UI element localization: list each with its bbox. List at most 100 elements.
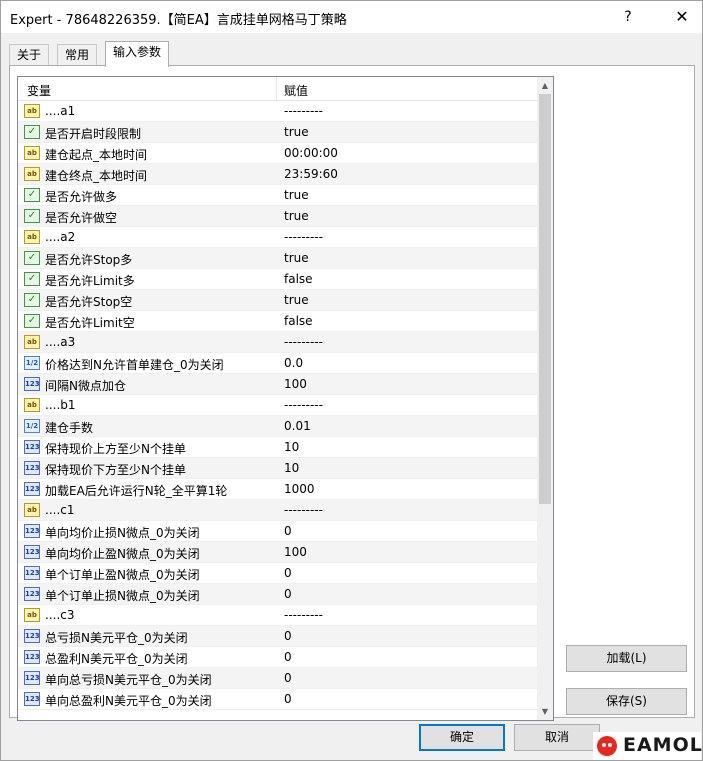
parameter-row[interactable]: ab ....c3 --------- [18, 605, 537, 626]
parameter-name: ....a1 [45, 104, 76, 118]
column-header-value[interactable]: 赋值 [284, 82, 308, 99]
parameter-value[interactable]: 0.01 [284, 419, 311, 433]
parameter-value[interactable]: 100 [284, 377, 307, 391]
parameter-name: ....a3 [45, 335, 76, 349]
parameter-row[interactable]: 123 单向总盈利N美元平仓_0为关闭 0 [18, 689, 537, 710]
parameter-value[interactable]: 0 [284, 629, 292, 643]
parameters-grid[interactable]: 变量 赋值 ab ....a1 --------- ✓ 是否开启时段限制 true ab 建仓… [17, 76, 554, 721]
cancel-button[interactable]: 取消 [514, 724, 600, 751]
parameter-name: ....b1 [45, 398, 76, 412]
parameter-value[interactable]: 100 [284, 545, 307, 559]
parameter-value[interactable]: --------- [284, 503, 323, 517]
parameter-row[interactable]: 123 保持现价上方至少N个挂单 10 [18, 437, 537, 458]
parameter-row[interactable]: ✓ 是否开启时段限制 true [18, 122, 537, 143]
integer-type-icon: 123 [24, 587, 40, 601]
parameter-row[interactable]: 123 保持现价下方至少N个挂单 10 [18, 458, 537, 479]
parameter-row[interactable]: ✓ 是否允许做多 true [18, 185, 537, 206]
parameter-value[interactable]: 0 [284, 587, 292, 601]
parameter-value[interactable]: 10 [284, 440, 299, 454]
boolean-type-icon: ✓ [24, 125, 40, 139]
parameter-row[interactable]: ✓ 是否允许Limit空 false [18, 311, 537, 332]
scroll-up-arrow-icon[interactable]: ▲ [537, 77, 553, 94]
integer-type-icon: 123 [24, 629, 40, 643]
parameter-value[interactable]: 0 [284, 692, 292, 706]
parameter-value[interactable]: 0.0 [284, 356, 303, 370]
parameter-value[interactable]: --------- [284, 398, 323, 412]
parameter-value[interactable]: true [284, 251, 309, 265]
parameter-value[interactable]: 00:00:00 [284, 146, 338, 160]
parameter-row[interactable]: 123 单个订单止损N微点_0为关闭 0 [18, 584, 537, 605]
load-button[interactable]: 加载(L) [566, 645, 687, 672]
parameter-row[interactable]: ✓ 是否允许Stop多 true [18, 248, 537, 269]
parameter-value[interactable]: 0 [284, 566, 292, 580]
parameter-row[interactable]: 123 总盈利N美元平仓_0为关闭 0 [18, 647, 537, 668]
parameter-value[interactable]: false [284, 272, 313, 286]
scrollbar-thumb[interactable] [539, 94, 551, 504]
parameter-row[interactable]: 123 单向均价止盈N微点_0为关闭 100 [18, 542, 537, 563]
parameter-row[interactable]: 123 单个订单止盈N微点_0为关闭 0 [18, 563, 537, 584]
parameter-row[interactable]: 123 加载EA后允许运行N轮_全平算1轮 1000 [18, 479, 537, 500]
parameter-value[interactable]: 10 [284, 461, 299, 475]
parameter-row[interactable]: ab 建仓终点_本地时间 23:59:60 [18, 164, 537, 185]
parameter-value[interactable]: 1000 [284, 482, 315, 496]
parameter-row[interactable]: ab 建仓起点_本地时间 00:00:00 [18, 143, 537, 164]
parameter-value[interactable]: 0 [284, 524, 292, 538]
ok-button[interactable]: 确定 [419, 724, 505, 751]
double-type-icon: 1/2 [24, 356, 40, 370]
column-separator[interactable] [276, 77, 277, 101]
parameter-row[interactable]: 123 总亏损N美元平仓_0为关闭 0 [18, 626, 537, 647]
parameter-name: 总盈利N美元平仓_0为关闭 [45, 652, 188, 666]
parameter-name: 是否允许Stop空 [45, 295, 133, 309]
parameter-row[interactable]: ✓ 是否允许做空 true [18, 206, 537, 227]
integer-type-icon: 123 [24, 671, 40, 685]
parameter-value[interactable]: false [284, 314, 313, 328]
parameter-row[interactable]: ab ....a3 --------- [18, 332, 537, 353]
parameter-value[interactable]: --------- [284, 104, 323, 118]
integer-type-icon: 123 [24, 524, 40, 538]
parameter-row[interactable]: 123 间隔N微点加仓 100 [18, 374, 537, 395]
parameter-row[interactable]: 123 单向均价止损N微点_0为关闭 0 [18, 521, 537, 542]
scroll-down-arrow-icon[interactable]: ▼ [537, 703, 553, 720]
parameter-value[interactable]: 0 [284, 671, 292, 685]
string-type-icon: ab [24, 335, 40, 349]
help-button[interactable]: ? [613, 3, 643, 31]
parameter-name: 是否允许Stop多 [45, 253, 133, 267]
grid-header: 变量 赋值 [18, 77, 537, 101]
parameter-name: 价格达到N允许首单建仓_0为关闭 [45, 358, 224, 372]
column-header-variable[interactable]: 变量 [27, 82, 51, 99]
parameter-row[interactable]: ab ....a1 --------- [18, 101, 537, 122]
parameter-name: 是否允许做空 [45, 211, 118, 225]
vertical-scrollbar[interactable]: ▲ ▼ [537, 77, 553, 720]
tab-common[interactable]: 常用 [57, 44, 98, 66]
string-type-icon: ab [24, 104, 40, 118]
parameter-row[interactable]: ab ....a2 --------- [18, 227, 537, 248]
boolean-type-icon: ✓ [24, 251, 40, 265]
parameter-row[interactable]: ab ....b1 --------- [18, 395, 537, 416]
parameter-rows: ab ....a1 --------- ✓ 是否开启时段限制 true ab 建仓起点_本地时… [18, 101, 537, 710]
parameter-value[interactable]: true [284, 188, 309, 202]
parameter-name: 单向均价止盈N微点_0为关闭 [45, 547, 200, 561]
integer-type-icon: 123 [24, 545, 40, 559]
parameter-value[interactable]: --------- [284, 335, 323, 349]
parameter-row[interactable]: ✓ 是否允许Stop空 true [18, 290, 537, 311]
parameter-value[interactable]: 23:59:60 [284, 167, 338, 181]
close-button[interactable]: ✕ [665, 3, 699, 31]
parameter-row[interactable]: 123 单向总亏损N美元平仓_0为关闭 0 [18, 668, 537, 689]
save-button[interactable]: 保存(S) [566, 688, 687, 715]
parameter-name: ....a2 [45, 230, 76, 244]
double-type-icon: 1/2 [24, 419, 40, 433]
parameter-row[interactable]: 1/2 价格达到N允许首单建仓_0为关闭 0.0 [18, 353, 537, 374]
parameter-value[interactable]: true [284, 293, 309, 307]
parameter-value[interactable]: true [284, 125, 309, 139]
tab-about[interactable]: 关于 [9, 44, 50, 66]
parameter-row[interactable]: ✓ 是否允许Limit多 false [18, 269, 537, 290]
parameter-value[interactable]: --------- [284, 608, 323, 622]
parameter-value[interactable]: true [284, 209, 309, 223]
parameter-value[interactable]: 0 [284, 650, 292, 664]
tab-inputs[interactable]: 输入参数 [105, 41, 170, 67]
parameter-row[interactable]: 1/2 建仓手数 0.01 [18, 416, 537, 437]
parameter-row[interactable]: ab ....c1 --------- [18, 500, 537, 521]
parameter-value[interactable]: --------- [284, 230, 323, 244]
parameter-name: 加载EA后允许运行N轮_全平算1轮 [45, 484, 228, 498]
parameter-name: 建仓手数 [45, 421, 94, 435]
